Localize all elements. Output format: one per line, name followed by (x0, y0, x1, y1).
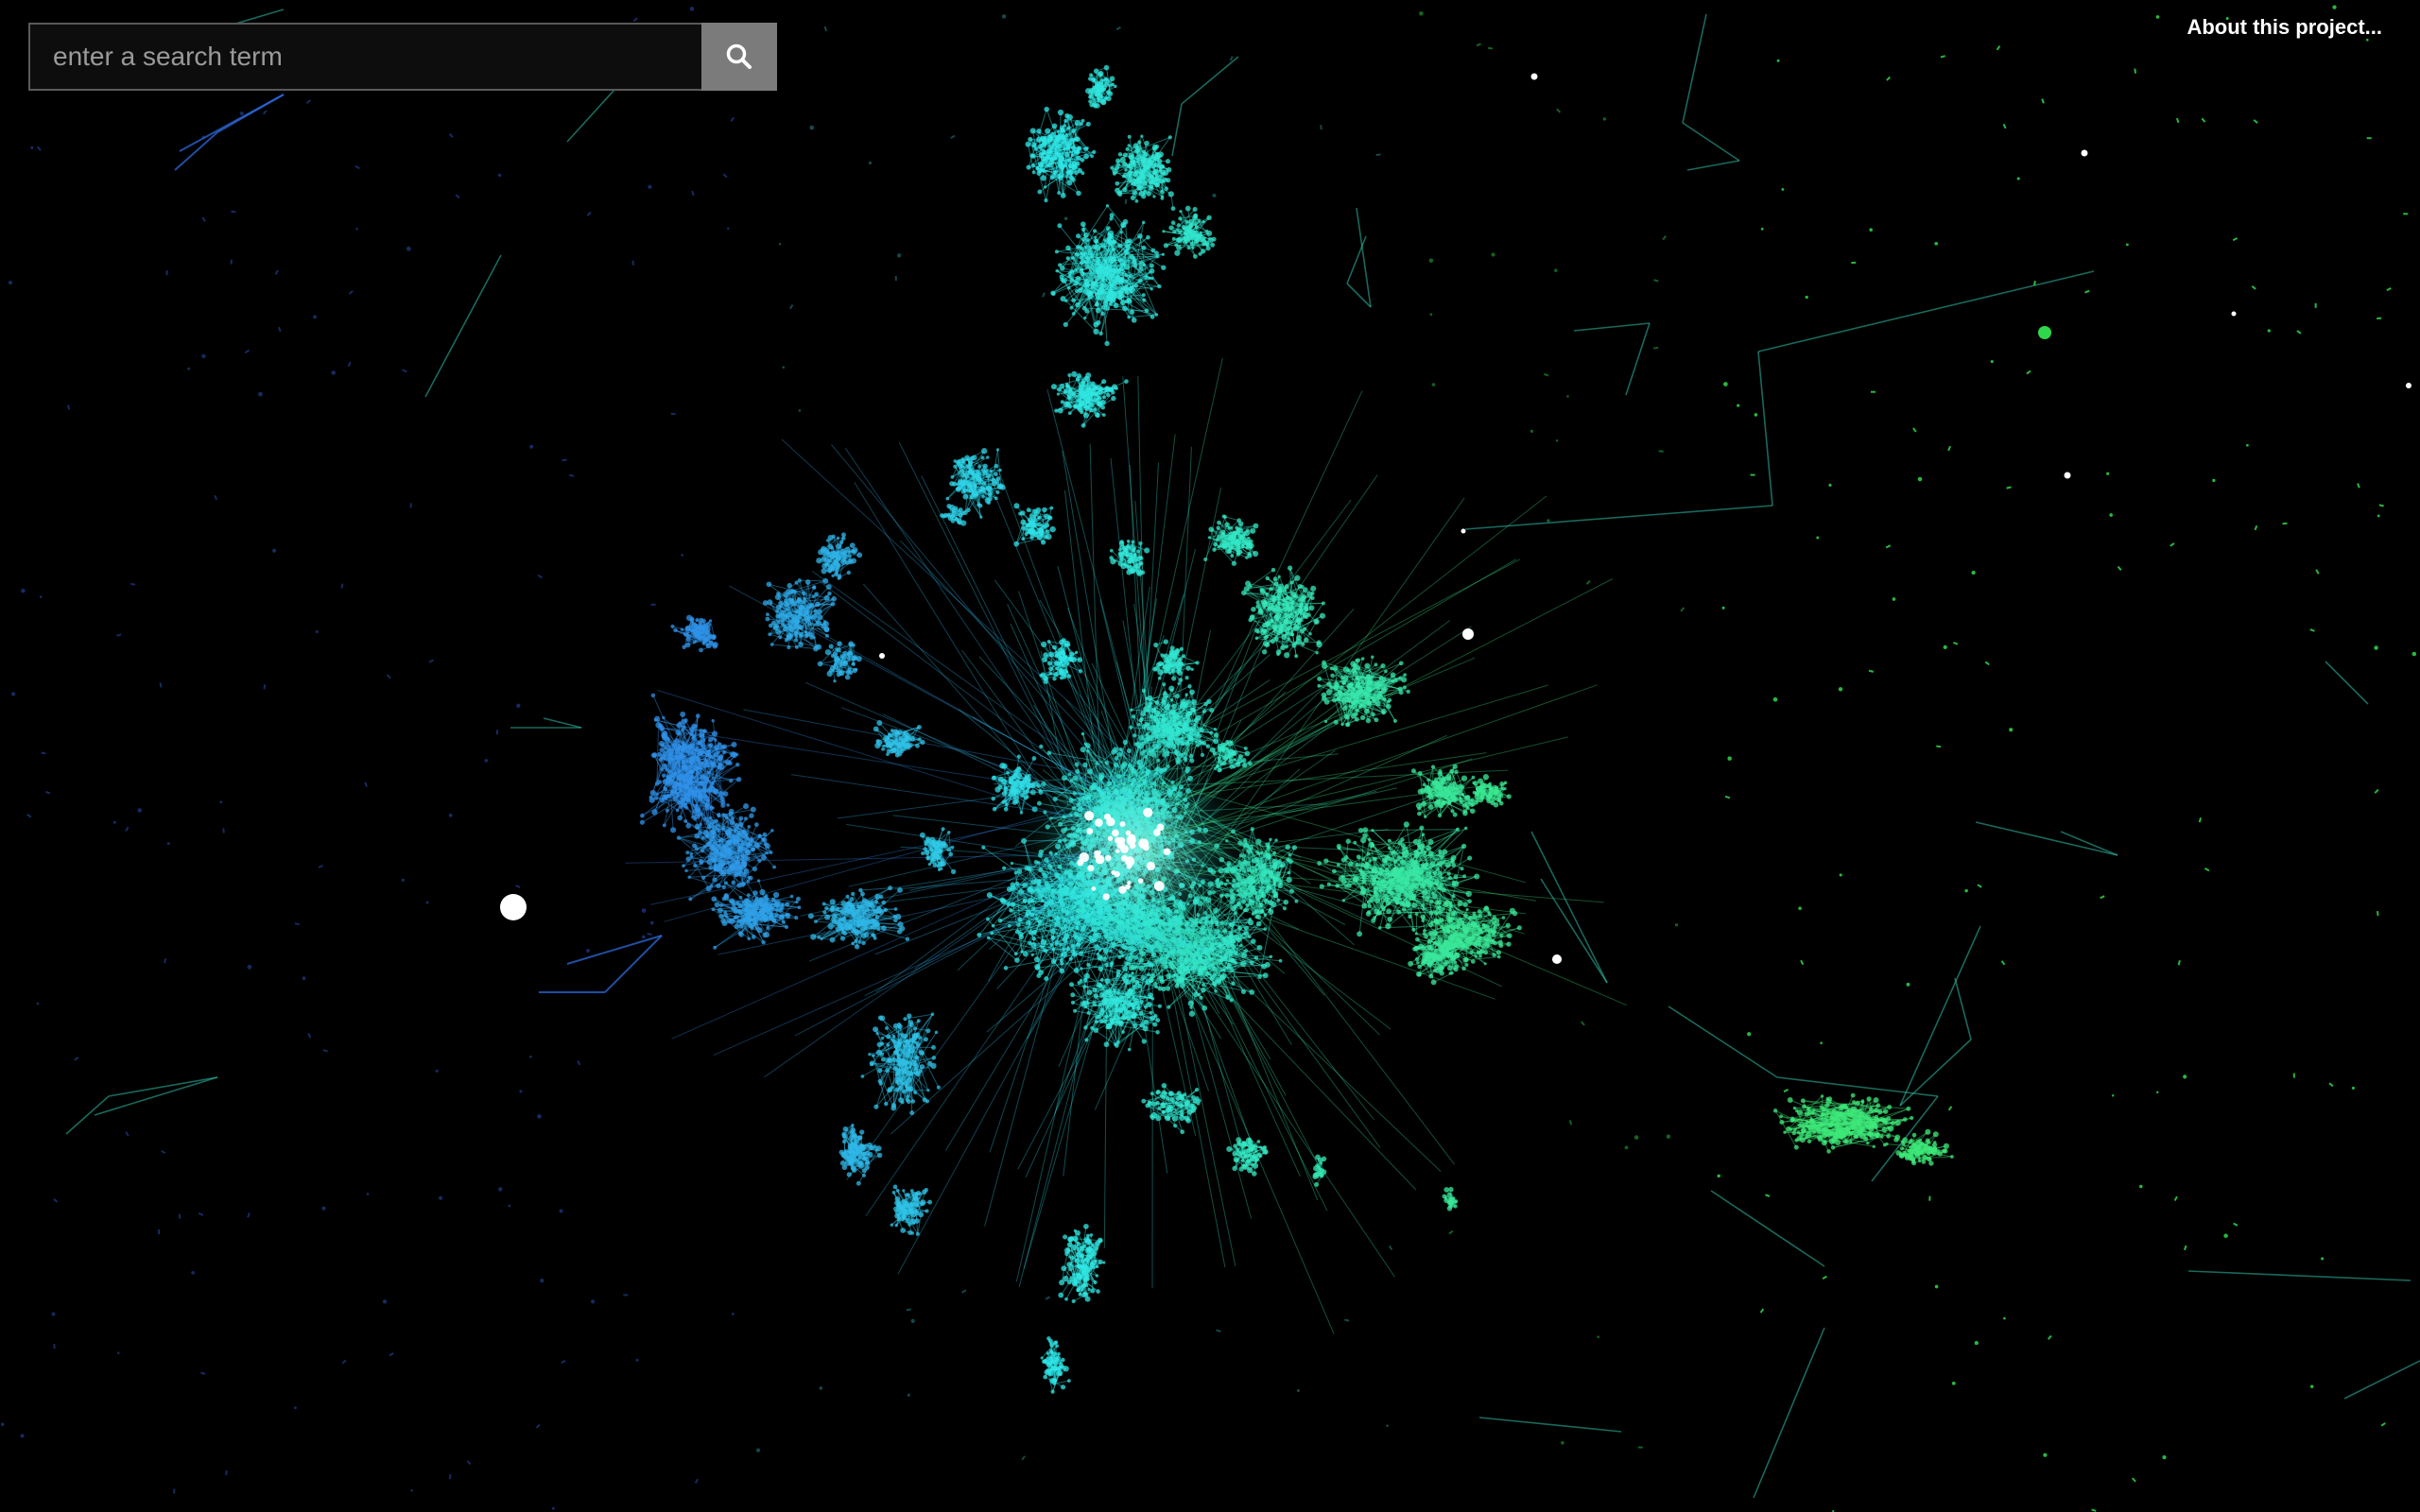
network-edge (1250, 569, 1274, 587)
network-visualization-canvas[interactable] (0, 0, 2420, 1512)
network-edge (1360, 829, 1459, 832)
network-edge (689, 874, 737, 878)
network-edge (799, 579, 826, 582)
network-edge (1116, 1024, 1143, 1046)
app-root: About this project... (0, 0, 2420, 1512)
